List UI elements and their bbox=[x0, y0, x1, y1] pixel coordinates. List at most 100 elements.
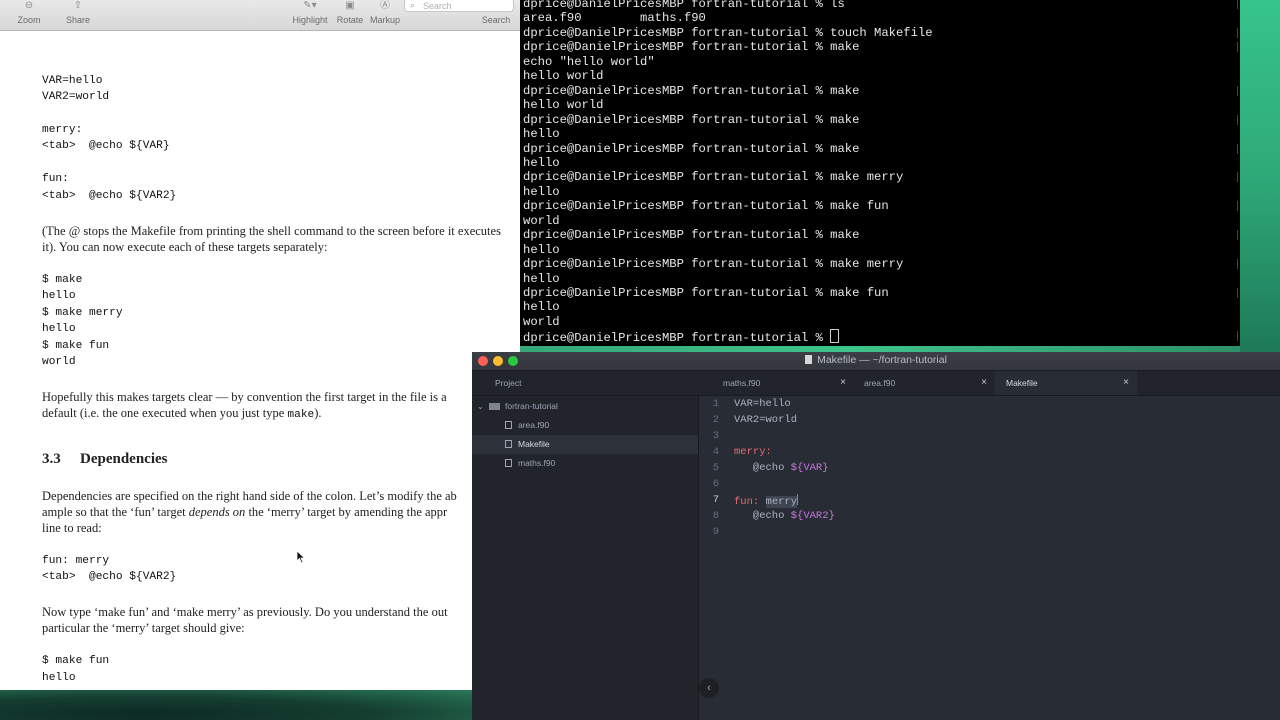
search-input[interactable]: ⌕ Search bbox=[404, 0, 514, 12]
code-text: @echo bbox=[734, 510, 791, 522]
terminal-line: dprice@DanielPricesMBP fortran-tutorial … bbox=[523, 286, 889, 300]
line-number: 2 bbox=[712, 414, 719, 426]
terminal-line: dprice@DanielPricesMBP fortran-tutorial … bbox=[523, 228, 860, 243]
file-icon bbox=[505, 459, 512, 467]
terminal-line: dprice@DanielPricesMBP fortran-tutorial … bbox=[523, 199, 889, 214]
paragraph-targets-b: default (i.e. the one executed when you … bbox=[42, 405, 512, 424]
code-variable: ${VAR2} bbox=[790, 510, 835, 522]
terminal-window[interactable]: dprice@DanielPricesMBP fortran-tutorial … bbox=[520, 0, 1240, 346]
tree-file-makefile[interactable]: Makefile bbox=[472, 435, 698, 454]
terminal-mark bbox=[1235, 42, 1238, 53]
terminal-line: dprice@DanielPricesMBP fortran-tutorial … bbox=[523, 83, 860, 98]
example-cmd-1: $ make bbox=[42, 274, 83, 286]
close-tab-icon[interactable]: × bbox=[1123, 371, 1129, 395]
close-tab-icon[interactable]: × bbox=[981, 371, 987, 395]
file-icon bbox=[505, 421, 512, 429]
paragraph-deps-b: ample so that the ‘fun’ target depends o… bbox=[42, 504, 512, 521]
terminal-mark bbox=[1235, 331, 1238, 342]
line-number: 9 bbox=[712, 526, 719, 538]
tree-file-label: maths.f90 bbox=[518, 458, 556, 468]
code-block-merry-line2: <tab> @echo ${VAR} bbox=[42, 140, 170, 152]
terminal-mark bbox=[1235, 172, 1238, 183]
terminal-line: dprice@DanielPricesMBP fortran-tutorial … bbox=[523, 40, 860, 55]
paragraph-deps-a: Dependencies are specified on the right … bbox=[42, 489, 457, 503]
window-title: Makefile — ~/fortran-tutorial bbox=[472, 354, 1280, 366]
code-line: @echo ${VAR} bbox=[734, 462, 829, 474]
para2b-text: default (i.e. the one executed when you … bbox=[42, 406, 288, 420]
code-block-fun-merry-line2: <tab> @echo ${VAR2} bbox=[42, 571, 177, 583]
tab-bar: Project maths.f90 × area.f90 × Makefile … bbox=[472, 371, 1280, 396]
terminal-mark bbox=[1235, 85, 1238, 96]
project-tree: ⌄ fortran-tutorial area.f90 Makefile mat… bbox=[472, 396, 699, 720]
terminal-mark bbox=[1235, 259, 1238, 270]
paragraph-try-b: particular the ‘merry’ target should giv… bbox=[42, 621, 245, 635]
code-line: VAR2=world bbox=[734, 414, 798, 426]
code-editor[interactable]: 1 2 3 4 5 6 7 8 9 VAR=hello VAR2=world m… bbox=[699, 396, 1280, 720]
terminal-line: hello bbox=[523, 242, 560, 257]
terminal-cursor bbox=[830, 329, 840, 344]
terminal-line: hello bbox=[523, 127, 560, 142]
zoom-button[interactable]: ⊖ Zoom bbox=[16, 0, 42, 25]
terminal-line: hello bbox=[523, 155, 560, 170]
para2b-code: make bbox=[287, 409, 315, 421]
desktop-background-strip bbox=[1240, 0, 1280, 352]
terminal-line: area.f90 maths.f90 bbox=[523, 11, 706, 26]
tab-maths-f90[interactable]: maths.f90 × bbox=[712, 371, 854, 395]
example2-out: hello bbox=[42, 672, 76, 684]
code-variable: ${VAR} bbox=[790, 462, 829, 474]
terminal-line: dprice@DanielPricesMBP fortran-tutorial … bbox=[523, 25, 933, 40]
share-button[interactable]: ⇧ Share bbox=[64, 0, 92, 25]
markup-button[interactable]: Ⓐ Markup bbox=[368, 0, 402, 25]
terminal-line: hello bbox=[523, 184, 560, 199]
rotate-button[interactable]: ▣ Rotate bbox=[336, 0, 364, 25]
tree-file-maths-f90[interactable]: maths.f90 bbox=[472, 454, 698, 473]
zoom-icon: ⊖ bbox=[24, 0, 34, 11]
code-text: @echo bbox=[734, 462, 791, 474]
line-number-current: 7 bbox=[712, 494, 719, 506]
terminal-line: world bbox=[523, 213, 560, 228]
project-label: Project bbox=[495, 378, 522, 388]
terminal-line: dprice@DanielPricesMBP fortran-tutorial … bbox=[523, 170, 904, 185]
terminal-line: dprice@DanielPricesMBP fortran-tutorial … bbox=[523, 257, 904, 272]
editor-window: Makefile — ~/fortran-tutorial Project ma… bbox=[472, 352, 1280, 720]
terminal-line: world bbox=[523, 314, 560, 329]
tree-view-header: Project bbox=[472, 371, 627, 395]
terminal-mark bbox=[1235, 143, 1238, 154]
terminal-mark bbox=[1235, 0, 1238, 9]
tree-file-area-f90[interactable]: area.f90 bbox=[472, 416, 698, 435]
terminal-line: dprice@DanielPricesMBP fortran-tutorial … bbox=[523, 329, 840, 345]
markup-icon: Ⓐ bbox=[380, 0, 390, 11]
terminal-line: echo "hello world" bbox=[523, 54, 655, 69]
line-number: 6 bbox=[712, 478, 719, 490]
code-line-current: fun: merry bbox=[734, 494, 799, 508]
tree-folder-label: fortran-tutorial bbox=[505, 401, 558, 411]
terminal-line: dprice@DanielPricesMBP fortran-tutorial … bbox=[523, 0, 845, 11]
tab-makefile[interactable]: Makefile × bbox=[995, 371, 1137, 395]
tree-file-label: area.f90 bbox=[518, 420, 550, 430]
tree-folder-root[interactable]: ⌄ fortran-tutorial bbox=[472, 397, 698, 416]
para3b-end: the ‘merry’ target by amending the appr bbox=[245, 505, 448, 519]
highlight-label: Highlight bbox=[292, 15, 328, 25]
preview-window: ⊖ Zoom ⇧ Share ✎▾ Highlight ▣ Rotate Ⓐ M… bbox=[0, 0, 520, 690]
editor-titlebar: Makefile — ~/fortran-tutorial bbox=[472, 352, 1280, 371]
code-block-fun-merry: fun: merry bbox=[42, 555, 110, 567]
tree-file-label: Makefile bbox=[518, 439, 550, 449]
line-number: 5 bbox=[712, 462, 719, 474]
close-tab-icon[interactable]: × bbox=[840, 371, 846, 395]
terminal-line: hello bbox=[523, 271, 560, 286]
tab-area-f90[interactable]: area.f90 × bbox=[854, 371, 995, 395]
code-target: fun: bbox=[734, 496, 766, 508]
file-icon bbox=[505, 440, 512, 448]
section-title: Dependencies bbox=[80, 451, 168, 467]
chevron-left-icon: ‹ bbox=[707, 682, 711, 694]
terminal-mark bbox=[1235, 27, 1238, 38]
collapse-panel-button[interactable]: ‹ bbox=[699, 678, 719, 698]
code-selection: merry bbox=[765, 496, 798, 508]
highlight-button[interactable]: ✎▾ Highlight bbox=[288, 0, 332, 25]
paragraph-at-sign-a: (The @ stops the Makefile from printing … bbox=[42, 224, 501, 238]
line-number: 1 bbox=[712, 398, 719, 410]
tab-label: area.f90 bbox=[864, 378, 896, 388]
paragraph-at-sign-b: it). You can now execute each of these t… bbox=[42, 240, 328, 254]
terminal-line: hello bbox=[523, 300, 560, 315]
code-block-fun: fun: bbox=[42, 173, 69, 185]
